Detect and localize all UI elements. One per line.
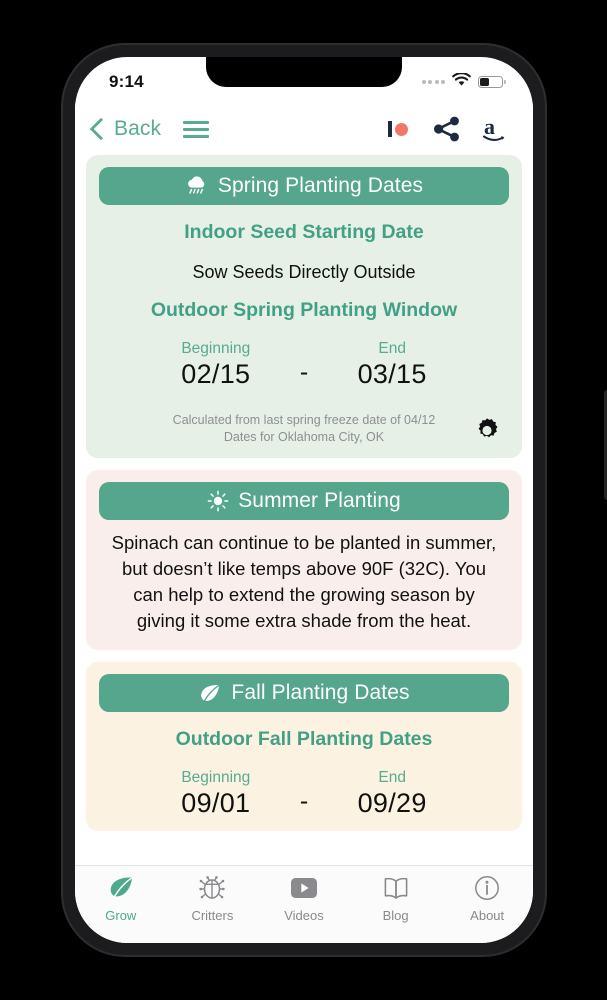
scroll-content[interactable]: Spring Planting Dates Indoor Seed Starti… [75, 155, 533, 865]
tab-grow[interactable]: Grow [75, 873, 167, 923]
spring-planting-card: Spring Planting Dates Indoor Seed Starti… [86, 155, 522, 458]
phone-screen: 9:14 Back a Spring Planting Dates Indoor… [75, 57, 533, 943]
outdoor-spring-window-title: Outdoor Spring Planting Window [150, 299, 458, 321]
fall-card-title: Fall Planting Dates [231, 681, 410, 704]
patreon-icon[interactable] [383, 114, 413, 144]
indoor-seed-starting-value: Sow Seeds Directly Outside [192, 262, 416, 282]
tab-about-label: About [470, 908, 505, 923]
outdoor-fall-dates-title: Outdoor Fall Planting Dates [175, 728, 433, 750]
spring-end-value: 03/15 [357, 359, 427, 389]
fall-date-separator: - [299, 787, 309, 815]
tab-critters-label: Critters [191, 908, 234, 923]
share-icon[interactable] [433, 116, 461, 142]
tab-grow-label: Grow [105, 908, 137, 923]
spring-footnote-line2: Dates for Oklahoma City, OK [223, 430, 385, 444]
video-icon [289, 873, 319, 903]
battery-icon [478, 76, 506, 88]
tab-videos[interactable]: Videos [258, 873, 350, 923]
book-icon [382, 873, 410, 903]
back-button[interactable]: Back [89, 117, 162, 141]
tab-bar: Grow Critters Videos Blog About [75, 865, 533, 943]
screenshot-stage: 9:14 Back a Spring Planting Dates Indoor… [0, 0, 607, 1000]
fall-dates-row: Beginning 09/01 - End 09/29 [96, 769, 512, 819]
spring-card-title: Spring Planting Dates [217, 174, 424, 197]
hamburger-menu-icon[interactable] [183, 120, 210, 138]
gear-icon[interactable] [472, 416, 502, 446]
spring-footnote-line1: Calculated from last spring freeze date … [172, 413, 436, 427]
svg-text:a: a [484, 115, 495, 139]
tab-blog[interactable]: Blog [350, 873, 442, 923]
wifi-icon [452, 71, 471, 92]
tab-about[interactable]: About [441, 873, 533, 923]
fall-end-value: 09/29 [357, 788, 427, 818]
fall-card-header: Fall Planting Dates [99, 674, 509, 712]
fall-beginning-value: 09/01 [181, 788, 251, 818]
signal-dots-icon [421, 80, 445, 84]
cloud-rain-icon [185, 176, 209, 196]
spring-end-date: End 03/15 [322, 340, 462, 390]
bug-icon [198, 873, 226, 903]
status-indicators [421, 71, 506, 92]
amazon-icon[interactable]: a [481, 115, 511, 143]
spring-beginning-value: 02/15 [181, 359, 251, 389]
fall-end-caption: End [378, 769, 406, 786]
tab-videos-label: Videos [284, 908, 324, 923]
spring-beginning-caption: Beginning [181, 340, 251, 357]
leaf-icon [198, 682, 222, 704]
spring-footnote: Calculated from last spring freeze date … [96, 412, 512, 446]
tab-blog-label: Blog [382, 908, 409, 923]
info-icon [474, 873, 500, 903]
spring-end-caption: End [378, 340, 406, 357]
status-time: 9:14 [109, 72, 144, 91]
back-button-label: Back [114, 117, 162, 140]
summer-card-body: Spinach can continue to be planted in su… [111, 532, 497, 631]
indoor-seed-starting-title: Indoor Seed Starting Date [184, 221, 424, 243]
spring-date-separator: - [299, 358, 309, 386]
tab-critters[interactable]: Critters [167, 873, 259, 923]
spring-beginning-date: Beginning 02/15 [146, 340, 286, 390]
fall-planting-card: Fall Planting Dates Outdoor Fall Plantin… [86, 662, 522, 831]
chevron-left-icon [89, 117, 113, 141]
leaf-icon [107, 873, 135, 903]
spring-card-header: Spring Planting Dates [99, 167, 509, 205]
fall-end-date: End 09/29 [322, 769, 462, 819]
fall-beginning-caption: Beginning [181, 769, 251, 786]
notch [206, 57, 402, 87]
fall-beginning-date: Beginning 09/01 [146, 769, 286, 819]
spring-dates-row: Beginning 02/15 - End 03/15 [96, 340, 512, 390]
summer-card-title: Summer Planting [238, 489, 401, 512]
nav-actions: a [383, 114, 511, 144]
summer-planting-card: Summer Planting Spinach can continue to … [86, 470, 522, 650]
nav-bar: Back a [75, 103, 533, 155]
summer-card-header: Summer Planting [99, 482, 509, 520]
sun-icon [207, 490, 229, 512]
